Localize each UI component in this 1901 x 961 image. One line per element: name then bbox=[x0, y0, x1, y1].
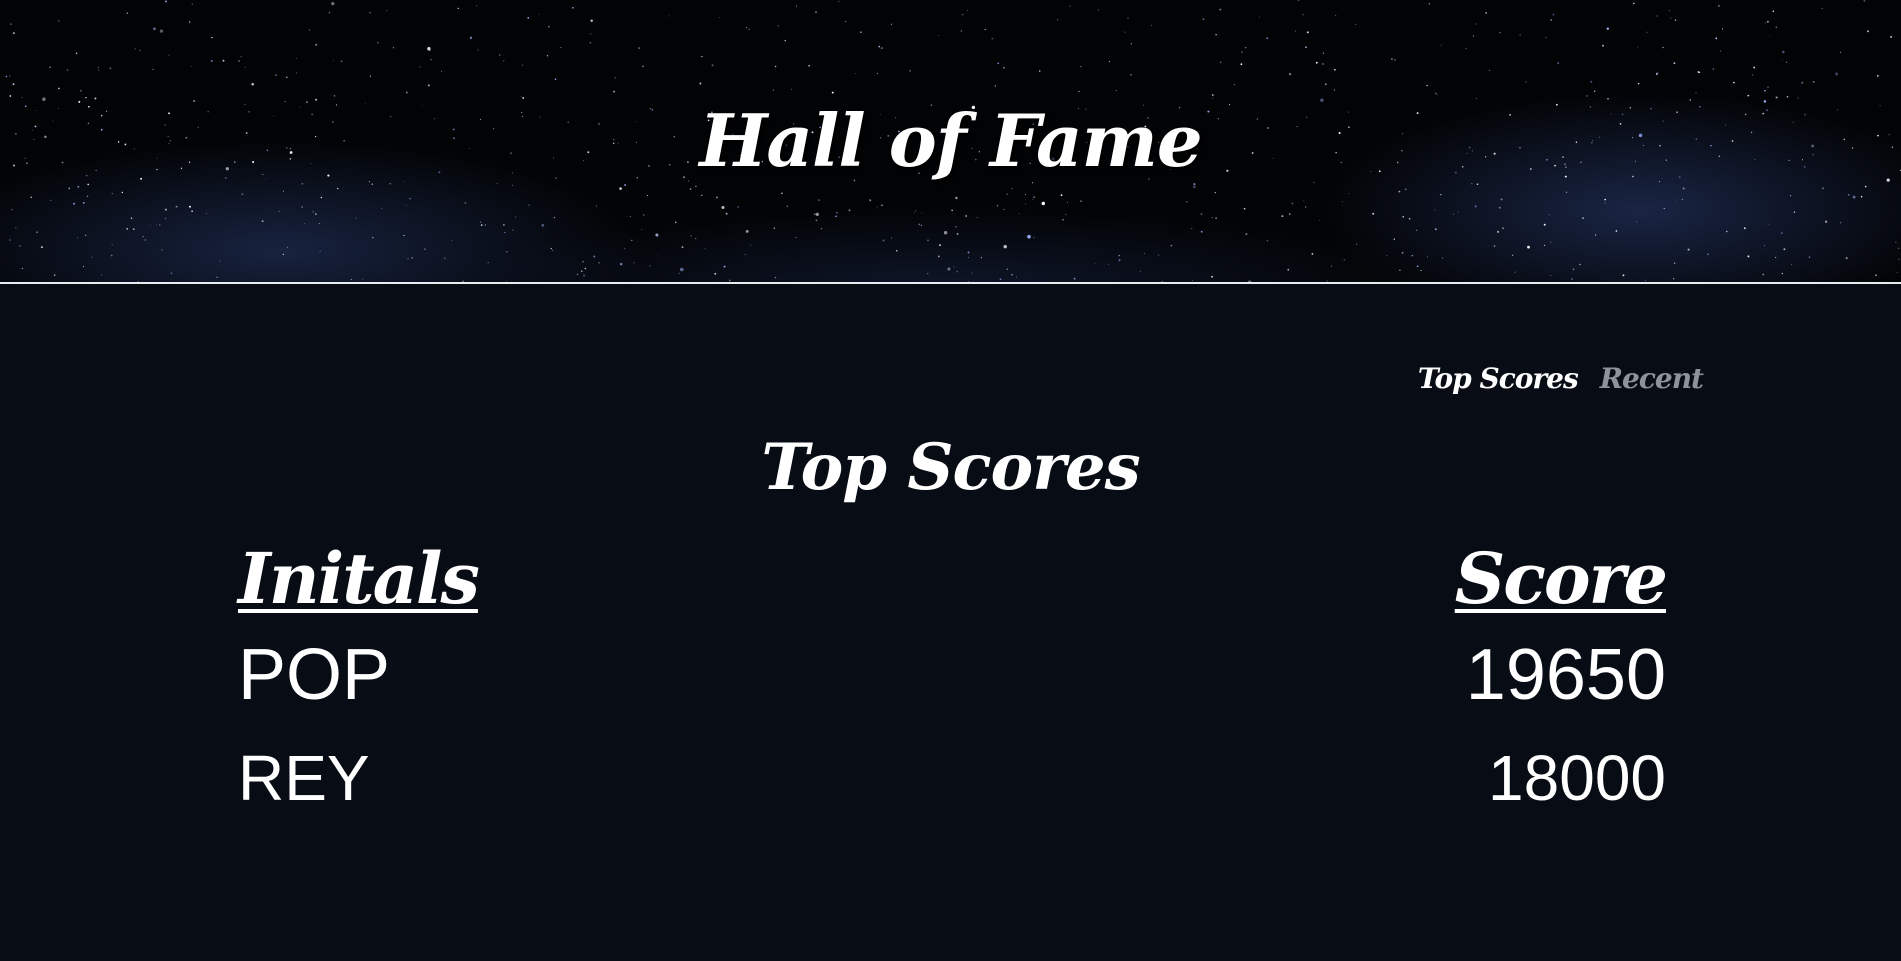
tab-top-scores[interactable]: Top Scores bbox=[1418, 362, 1579, 395]
table-header: Initals Score bbox=[238, 536, 1668, 622]
score-tabs: Top Scores Recent bbox=[1418, 362, 1704, 395]
score-table: Initals Score POP 19650 REY 18000 bbox=[238, 536, 1668, 828]
row-score: 19650 bbox=[1465, 635, 1666, 715]
main-content: Top Scores Recent Top Scores Initals Sco… bbox=[0, 284, 1901, 961]
table-row: REY 18000 bbox=[238, 728, 1666, 828]
row-initials: POP bbox=[238, 635, 391, 715]
page-title: Hall of Fame bbox=[699, 98, 1202, 183]
hero-banner: Hall of Fame bbox=[0, 0, 1901, 284]
row-initials: REY bbox=[238, 742, 370, 814]
column-header-initials: Initals bbox=[238, 537, 480, 620]
row-score: 18000 bbox=[1488, 742, 1666, 814]
section-title: Top Scores bbox=[761, 430, 1140, 505]
column-header-score: Score bbox=[1454, 537, 1668, 620]
tab-recent[interactable]: Recent bbox=[1600, 362, 1704, 395]
table-row: POP 19650 bbox=[238, 622, 1666, 728]
